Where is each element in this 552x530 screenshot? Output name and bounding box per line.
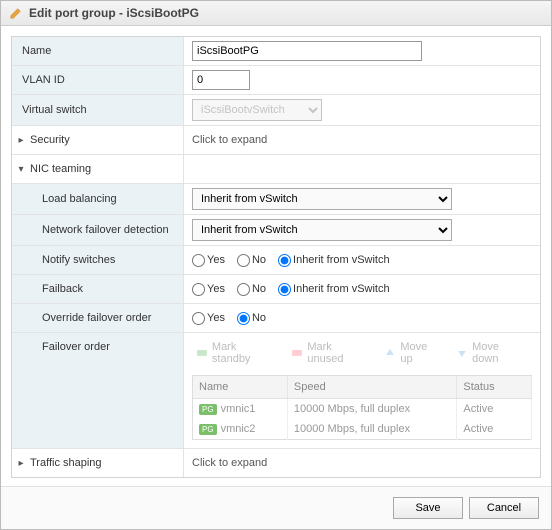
arrow-down-icon	[456, 347, 468, 359]
col-status: Status	[457, 376, 532, 399]
arrow-up-icon	[384, 347, 396, 359]
override-yes-option[interactable]: Yes	[192, 312, 225, 325]
failback-label: Failback	[12, 275, 184, 303]
notify-switches-label: Notify switches	[12, 246, 184, 274]
traffic-shaping-label: Traffic shaping	[30, 457, 102, 469]
virtual-switch-select[interactable]: iScsiBootvSwitch	[192, 99, 322, 121]
save-button[interactable]: Save	[393, 497, 463, 519]
col-name: Name	[193, 376, 288, 399]
edit-portgroup-dialog: Edit port group - iScsiBootPG Name VLAN …	[0, 0, 552, 530]
chevron-down-icon: ▾	[16, 164, 26, 175]
table-row[interactable]: PGvmnic1 10000 Mbps, full duplex Active	[193, 399, 532, 420]
dialog-titlebar: Edit port group - iScsiBootPG	[1, 1, 551, 26]
load-balancing-label: Load balancing	[12, 184, 184, 214]
move-up-button[interactable]: Move up	[384, 341, 442, 365]
nic-teaming-label: NIC teaming	[30, 163, 91, 175]
mark-standby-icon	[196, 347, 208, 359]
security-section-header[interactable]: ▸ Security Click to expand	[12, 126, 540, 155]
security-expand-hint: Click to expand	[184, 126, 540, 154]
mark-standby-button[interactable]: Mark standby	[196, 341, 277, 365]
name-label: Name	[12, 37, 184, 65]
virtual-switch-label: Virtual switch	[12, 95, 184, 125]
nic-icon: PG	[199, 424, 217, 435]
failback-yes-option[interactable]: Yes	[192, 283, 225, 296]
vlan-id-label: VLAN ID	[12, 66, 184, 94]
cancel-button[interactable]: Cancel	[469, 497, 539, 519]
dialog-title: Edit port group - iScsiBootPG	[29, 6, 199, 20]
override-failover-label: Override failover order	[12, 304, 184, 332]
traffic-expand-hint: Click to expand	[184, 449, 540, 477]
load-balancing-select[interactable]: Inherit from vSwitch	[192, 188, 452, 210]
mark-unused-icon	[291, 347, 303, 359]
col-speed: Speed	[287, 376, 457, 399]
move-down-button[interactable]: Move down	[456, 341, 528, 365]
failback-inherit-option[interactable]: Inherit from vSwitch	[278, 283, 390, 296]
nic-icon: PG	[199, 404, 217, 415]
failover-order-table: Name Speed Status PGvmnic1 10000 Mbps, f…	[192, 375, 532, 440]
failover-detection-label: Network failover detection	[12, 215, 184, 245]
failover-order-toolbar: Mark standby Mark unused Move up Mo	[192, 339, 532, 371]
notify-inherit-option[interactable]: Inherit from vSwitch	[278, 254, 390, 267]
pencil-icon	[9, 6, 23, 20]
name-input[interactable]	[192, 41, 422, 61]
dialog-button-bar: Save Cancel	[1, 486, 551, 529]
notify-no-option[interactable]: No	[237, 254, 266, 267]
failback-no-option[interactable]: No	[237, 283, 266, 296]
traffic-shaping-section-header[interactable]: ▸ Traffic shaping Click to expand	[12, 449, 540, 477]
nic-teaming-section-header[interactable]: ▾ NIC teaming	[12, 155, 540, 184]
vlan-id-input[interactable]	[192, 70, 250, 90]
mark-unused-button[interactable]: Mark unused	[291, 341, 370, 365]
chevron-right-icon: ▸	[16, 135, 26, 146]
chevron-right-icon: ▸	[16, 458, 26, 469]
failover-order-label: Failover order	[12, 333, 184, 448]
security-label: Security	[30, 134, 70, 146]
failover-detection-select[interactable]: Inherit from vSwitch	[192, 219, 452, 241]
override-no-option[interactable]: No	[237, 312, 266, 325]
notify-yes-option[interactable]: Yes	[192, 254, 225, 267]
table-row[interactable]: PGvmnic2 10000 Mbps, full duplex Active	[193, 419, 532, 440]
